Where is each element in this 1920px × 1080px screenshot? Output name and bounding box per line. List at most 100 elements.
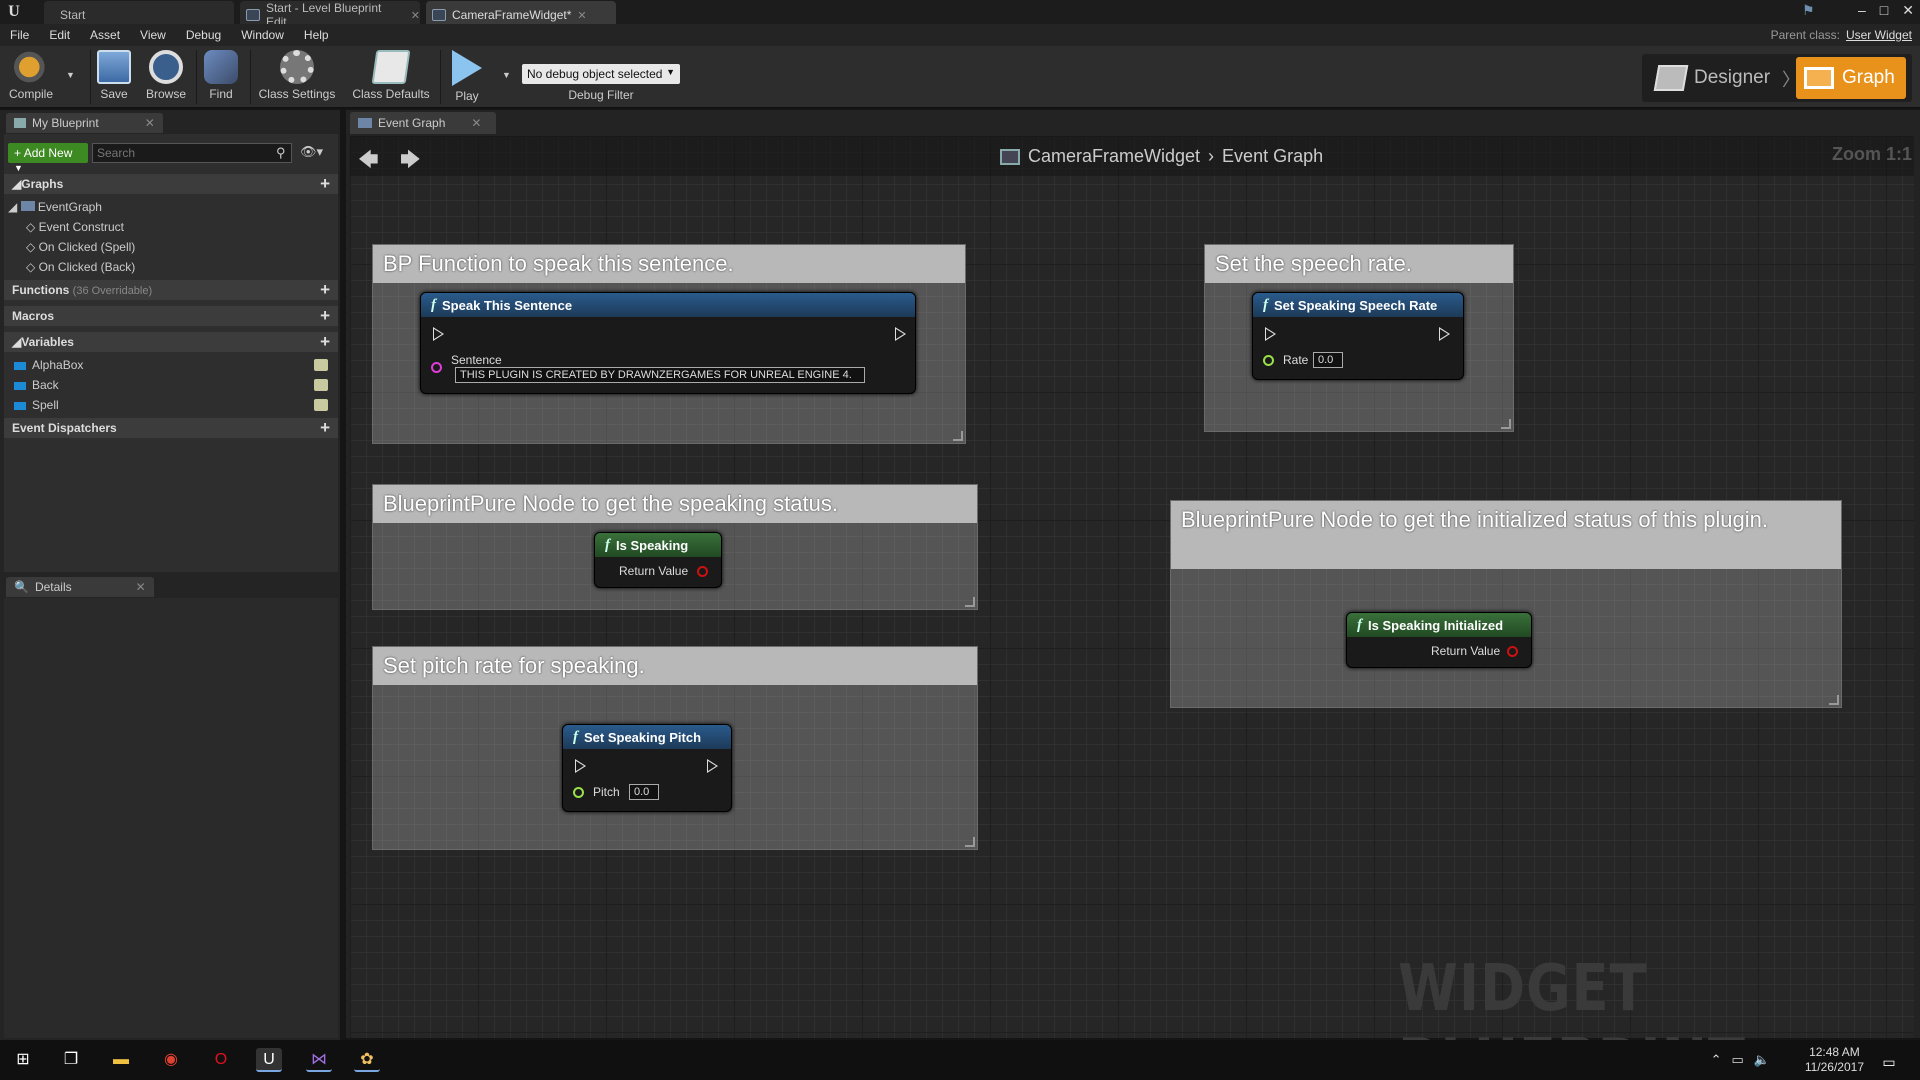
tab-event-graph[interactable]: Event Graph ✕ xyxy=(350,112,496,134)
menu-view[interactable]: View xyxy=(130,28,176,42)
graphs-section-header[interactable]: ◢Graphs + xyxy=(4,174,338,194)
class-defaults-button[interactable]: Class Defaults xyxy=(348,50,434,106)
task-view-icon[interactable]: ❐ xyxy=(58,1048,84,1072)
breadcrumb-leaf[interactable]: Event Graph xyxy=(1222,146,1323,167)
system-clock[interactable]: 12:48 AM 11/26/2017 xyxy=(1805,1045,1864,1075)
my-blueprint-search-input[interactable] xyxy=(92,143,292,163)
visual-studio-icon[interactable]: ⋈ xyxy=(306,1048,332,1072)
float-input-pin[interactable] xyxy=(573,787,584,798)
visibility-eye-icon[interactable] xyxy=(314,379,328,391)
back-arrow-icon[interactable]: 🡄 xyxy=(358,145,379,179)
resize-handle[interactable] xyxy=(953,431,963,441)
rate-value-field[interactable]: 0.0 xyxy=(1313,352,1343,368)
minimize-button[interactable]: – xyxy=(1858,2,1866,18)
comment-title[interactable]: Set the speech rate. xyxy=(1205,245,1513,283)
close-icon[interactable]: ✕ xyxy=(577,9,586,22)
chrome-icon[interactable]: ◉ xyxy=(158,1048,184,1072)
menu-window[interactable]: Window xyxy=(231,28,294,42)
volume-icon[interactable]: 🔈 xyxy=(1754,1052,1770,1068)
play-button[interactable]: Play xyxy=(446,50,488,106)
close-window-button[interactable]: ✕ xyxy=(1902,2,1914,19)
resize-handle[interactable] xyxy=(1501,419,1511,429)
find-button[interactable]: Find xyxy=(200,50,242,106)
visibility-eye-icon[interactable] xyxy=(314,399,328,411)
parent-class-link[interactable]: User Widget xyxy=(1846,28,1912,42)
notification-icon[interactable]: ⚑ xyxy=(1802,3,1820,17)
tree-item-event-graph[interactable]: ◢ EventGraph xyxy=(8,200,102,214)
node-header[interactable]: f Is Speaking xyxy=(595,533,721,557)
sentence-value-field[interactable]: THIS PLUGIN IS CREATED BY DRAWNZERGAMES … xyxy=(455,367,865,383)
browse-button[interactable]: Browse xyxy=(142,50,190,106)
tab-details[interactable]: 🔍 Details ✕ xyxy=(6,577,154,597)
variables-section-header[interactable]: ◢Variables + xyxy=(4,332,338,352)
unreal-engine-taskbar-icon[interactable]: U xyxy=(256,1048,282,1072)
file-explorer-icon[interactable]: ▬ xyxy=(108,1048,134,1072)
comment-title[interactable]: Set pitch rate for speaking. xyxy=(373,647,977,685)
debug-object-select[interactable]: No debug object selected ▼ xyxy=(522,64,680,84)
exec-input-pin[interactable] xyxy=(1265,327,1276,341)
action-center-icon[interactable]: ▭ xyxy=(1876,1050,1902,1074)
network-icon[interactable]: ▭ xyxy=(1732,1052,1744,1068)
variable-item-spell[interactable]: Spell xyxy=(14,398,334,412)
node-header[interactable]: f Speak This Sentence xyxy=(421,293,915,317)
resize-handle[interactable] xyxy=(965,597,975,607)
resize-handle[interactable] xyxy=(965,837,975,847)
add-function-plus-icon[interactable]: + xyxy=(320,280,330,300)
add-new-button[interactable]: + Add New ▼ xyxy=(8,143,88,173)
bool-output-pin[interactable] xyxy=(1507,646,1518,657)
node-is-speaking-initialized[interactable]: f Is Speaking Initialized Return Value xyxy=(1346,612,1532,668)
tab-camera-frame-widget[interactable]: CameraFrameWidget* ✕ xyxy=(426,1,616,24)
close-icon[interactable]: ✕ xyxy=(411,9,420,22)
resize-handle[interactable] xyxy=(1829,695,1839,705)
bool-output-pin[interactable] xyxy=(697,566,708,577)
graph-mode-button[interactable]: Graph xyxy=(1796,57,1906,99)
tree-item-on-clicked-spell[interactable]: ◇ On Clicked (Spell) xyxy=(26,240,135,254)
tab-my-blueprint[interactable]: My Blueprint ✕ xyxy=(6,113,163,133)
add-dispatcher-plus-icon[interactable]: + xyxy=(320,418,330,438)
add-graph-plus-icon[interactable]: + xyxy=(320,174,330,194)
comment-initialized-status[interactable]: BlueprintPure Node to get the initialize… xyxy=(1170,500,1842,708)
menu-debug[interactable]: Debug xyxy=(176,28,231,42)
tree-item-event-construct[interactable]: ◇ Event Construct xyxy=(26,220,124,234)
node-header[interactable]: f Set Speaking Speech Rate xyxy=(1253,293,1463,317)
maximize-button[interactable]: □ xyxy=(1880,2,1888,18)
visibility-eye-icon[interactable] xyxy=(314,359,328,371)
tree-item-on-clicked-back[interactable]: ◇ On Clicked (Back) xyxy=(26,260,135,274)
search-icon[interactable]: ⚲ xyxy=(276,145,286,161)
menu-file[interactable]: File xyxy=(0,28,39,42)
pitch-value-field[interactable]: 0.0 xyxy=(629,784,659,800)
tab-level-blueprint[interactable]: Start - Level Blueprint Edit ✕ xyxy=(240,1,420,29)
windows-start-icon[interactable]: ⊞ xyxy=(10,1048,36,1072)
save-button[interactable]: Save xyxy=(94,50,134,106)
variable-item-alphabox[interactable]: AlphaBox xyxy=(14,358,334,372)
designer-mode-button[interactable]: Designer xyxy=(1648,58,1778,98)
menu-asset[interactable]: Asset xyxy=(80,28,130,42)
exec-output-pin[interactable] xyxy=(895,327,906,341)
node-header[interactable]: f Set Speaking Pitch xyxy=(563,725,731,749)
close-icon[interactable]: ✕ xyxy=(471,116,481,130)
node-speak-this-sentence[interactable]: f Speak This Sentence Sentence THIS PLUGI… xyxy=(420,292,916,394)
comment-title[interactable]: BP Function to speak this sentence. xyxy=(373,245,965,283)
node-set-speaking-speech-rate[interactable]: f Set Speaking Speech Rate Rate 0.0 xyxy=(1252,292,1464,380)
forward-arrow-icon[interactable]: 🡆 xyxy=(400,145,421,179)
close-icon[interactable]: ✕ xyxy=(136,580,146,594)
string-input-pin[interactable] xyxy=(431,362,442,373)
view-options-eye-icon[interactable]: 👁▾ xyxy=(300,144,323,160)
node-header[interactable]: f Is Speaking Initialized xyxy=(1347,613,1531,637)
node-is-speaking[interactable]: f Is Speaking Return Value xyxy=(594,532,722,588)
add-variable-plus-icon[interactable]: + xyxy=(320,332,330,352)
exec-input-pin[interactable] xyxy=(433,327,444,341)
add-macro-plus-icon[interactable]: + xyxy=(320,306,330,326)
compile-button[interactable]: Compile xyxy=(8,50,54,106)
comment-title[interactable]: BlueprintPure Node to get the speaking s… xyxy=(373,485,977,523)
opera-icon[interactable]: O xyxy=(208,1048,234,1072)
menu-edit[interactable]: Edit xyxy=(39,28,80,42)
macros-section-header[interactable]: Macros + xyxy=(4,306,338,326)
variable-item-back[interactable]: Back xyxy=(14,378,334,392)
exec-output-pin[interactable] xyxy=(1439,327,1450,341)
exec-output-pin[interactable] xyxy=(707,759,718,773)
class-settings-button[interactable]: Class Settings xyxy=(256,50,338,106)
float-input-pin[interactable] xyxy=(1263,355,1274,366)
app-taskbar-icon[interactable]: ✿ xyxy=(354,1048,380,1072)
tab-start[interactable]: Start xyxy=(44,1,234,24)
